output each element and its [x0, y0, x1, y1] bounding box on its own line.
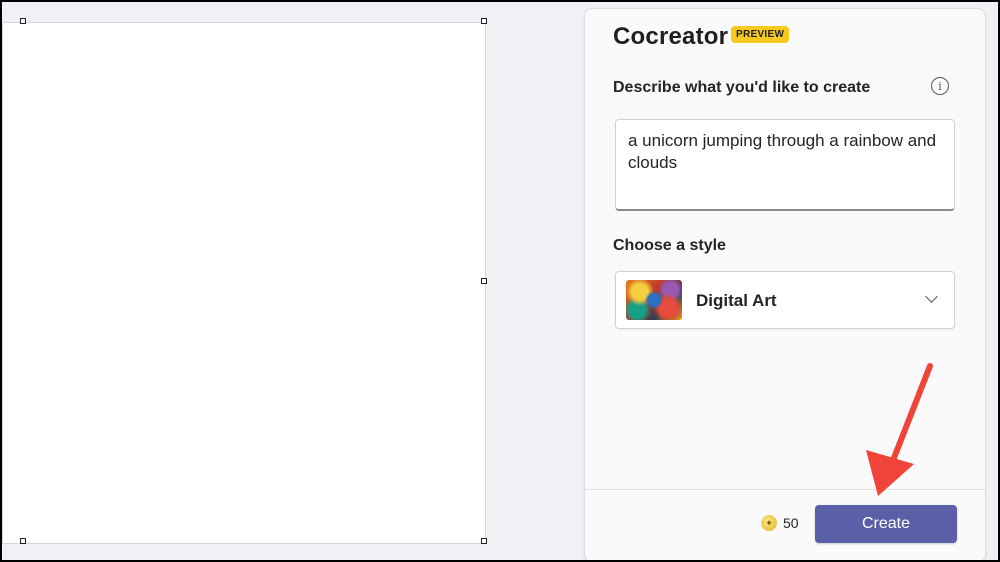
resize-handle-top-left[interactable]: [20, 18, 26, 24]
chevron-down-icon: [925, 290, 938, 303]
resize-handle-top-right[interactable]: [481, 18, 487, 24]
app-window: Cocreator PREVIEW Describe what you'd li…: [2, 2, 998, 560]
style-thumbnail: [626, 280, 682, 320]
resize-handle-bottom-right[interactable]: [481, 538, 487, 544]
describe-label: Describe what you'd like to create: [613, 79, 871, 96]
resize-handle-bottom-left[interactable]: [20, 538, 26, 544]
footer-divider: [585, 489, 985, 490]
sparkle-coin-icon: ✦: [761, 515, 777, 531]
cocreator-panel: Cocreator PREVIEW Describe what you'd li…: [584, 8, 986, 560]
preview-badge: PREVIEW: [731, 26, 790, 43]
panel-title: Cocreator: [613, 23, 729, 50]
info-icon[interactable]: i: [931, 77, 949, 95]
style-selected-value: Digital Art: [696, 291, 777, 310]
prompt-input[interactable]: a unicorn jumping through a rainbow and …: [615, 119, 955, 211]
style-label: Choose a style: [613, 237, 726, 254]
create-button[interactable]: Create: [815, 505, 957, 543]
credits-counter: ✦ 50: [761, 515, 799, 531]
resize-handle-middle-right[interactable]: [481, 278, 487, 284]
style-dropdown[interactable]: Digital Art: [615, 271, 955, 329]
canvas-page[interactable]: [2, 22, 486, 544]
credits-count: 50: [783, 515, 799, 531]
